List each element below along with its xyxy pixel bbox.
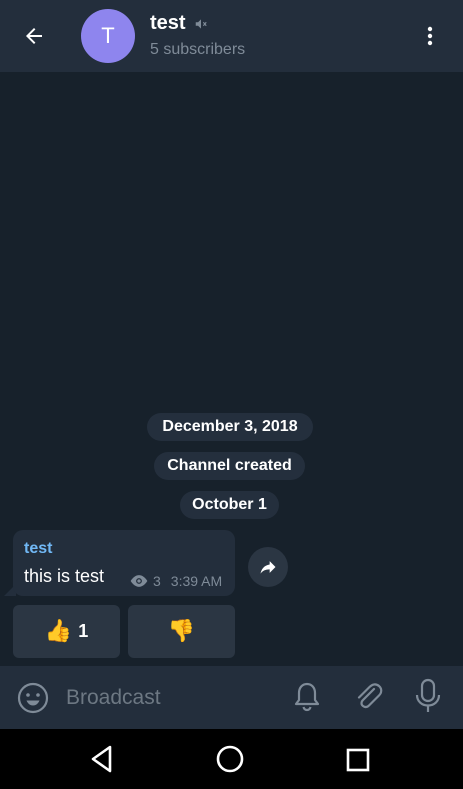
message-author[interactable]: test <box>24 540 52 558</box>
reaction-thumbs-up-button[interactable]: 👍 1 <box>13 605 120 658</box>
chat-title-text: test <box>150 12 186 34</box>
system-nav-bar <box>0 729 463 789</box>
message-meta: 3 3:39 AM <box>129 573 222 589</box>
date-chip: October 1 <box>180 491 279 519</box>
muted-speaker-icon <box>195 18 207 29</box>
message-bubble[interactable]: test this is test 3 3:39 AM <box>13 530 235 596</box>
paperclip-icon[interactable] <box>352 680 384 714</box>
back-button[interactable] <box>12 14 56 58</box>
message-text: this is test <box>24 566 105 586</box>
bell-icon[interactable] <box>291 680 323 714</box>
thumbs-down-icon: 👎 <box>167 619 196 644</box>
nav-home-circle-icon[interactable] <box>215 744 245 774</box>
message-input[interactable] <box>66 683 266 713</box>
avatar[interactable]: T <box>81 9 135 63</box>
nav-recents-square-icon[interactable] <box>346 748 370 772</box>
title-wrap[interactable]: test <box>150 12 208 35</box>
thumbs-up-icon: 👍 <box>44 619 73 644</box>
date-chip: December 3, 2018 <box>147 413 313 441</box>
share-arrow-icon <box>260 561 276 574</box>
avatar-letter: T <box>101 23 115 48</box>
eye-icon <box>130 575 148 587</box>
message-time: 3:39 AM <box>170 573 223 589</box>
chat-title: test <box>150 12 208 35</box>
chat-header: T test 5 subscribers <box>0 0 463 72</box>
subscriber-count: 5 subscribers <box>150 41 246 58</box>
more-vertical-icon <box>427 26 433 46</box>
smile-icon[interactable] <box>16 681 50 715</box>
nav-back-triangle-icon[interactable] <box>87 743 117 775</box>
arrow-left-icon <box>26 28 42 44</box>
reaction-thumbs-down-button[interactable]: 👎 <box>128 605 235 658</box>
share-button[interactable] <box>248 547 288 587</box>
view-count: 3 <box>153 573 161 589</box>
microphone-icon[interactable] <box>413 678 443 714</box>
more-menu-button[interactable] <box>410 16 450 56</box>
service-message: Channel created <box>154 452 305 480</box>
compose-bar <box>0 666 463 729</box>
reaction-count: 1 <box>78 621 89 641</box>
